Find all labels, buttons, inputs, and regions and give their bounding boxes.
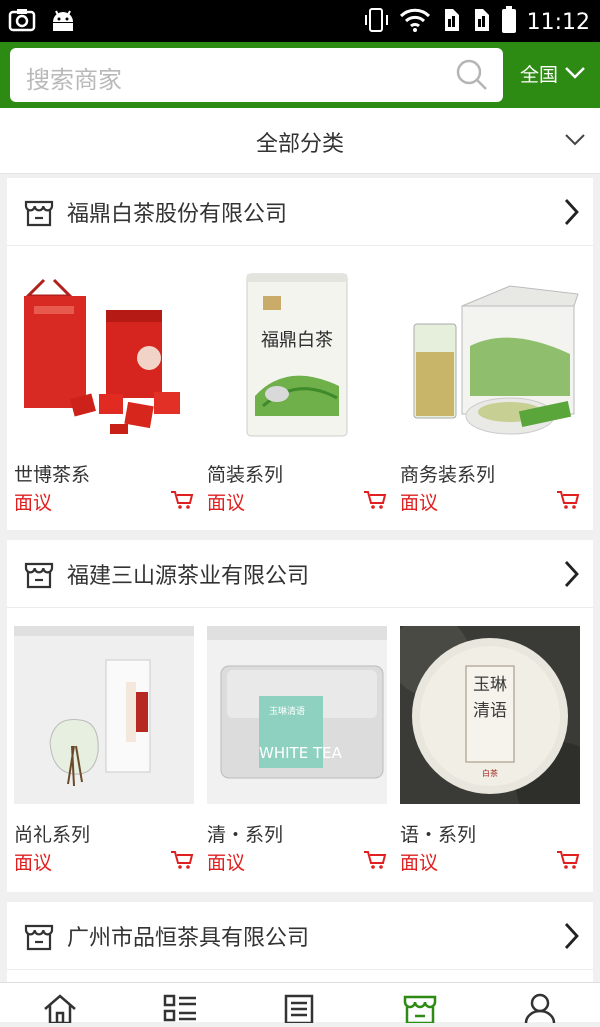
shop-icon[interactable] (402, 993, 442, 1025)
product-price: 面议 (400, 492, 439, 514)
package-brand-label: 玉琳清语 (269, 705, 305, 717)
status-bar: 11:12 (0, 0, 600, 42)
product-price: 面议 (207, 852, 246, 874)
package-white-tea-label: WHITE TEA (259, 744, 343, 762)
battery-icon (501, 6, 517, 38)
cart-icon[interactable] (170, 490, 194, 514)
chevron-down-icon (564, 63, 586, 85)
shop-header[interactable]: 广州市品恒茶具有限公司 (7, 902, 593, 970)
chevron-right-icon[interactable] (563, 560, 579, 592)
product-price: 面议 (400, 852, 439, 874)
cart-icon[interactable] (556, 850, 580, 874)
svg-text:白茶: 白茶 (482, 768, 498, 778)
cake-label-1: 玉琳 (473, 675, 507, 695)
chevron-down-icon (564, 132, 586, 151)
cart-icon[interactable] (363, 850, 387, 874)
search-box[interactable]: 搜索商家 (10, 48, 503, 102)
shop-name: 福建三山源茶业有限公司 (67, 564, 310, 589)
chevron-right-icon[interactable] (563, 922, 579, 954)
product-title: 语・系列 (400, 824, 477, 846)
category-label: 全部分类 (255, 132, 344, 157)
bottom-tab-bar (0, 982, 600, 1025)
category-list-icon[interactable] (162, 993, 202, 1023)
product-price: 面议 (14, 492, 53, 514)
product-price: 面议 (14, 852, 53, 874)
vibrate-icon (364, 7, 389, 37)
cart-icon[interactable] (556, 490, 580, 514)
product-image[interactable] (400, 266, 580, 444)
store-icon (23, 558, 55, 594)
product-title: 世博茶系 (14, 464, 91, 486)
product-image[interactable]: 玉琳 清语 白茶 (400, 626, 580, 804)
svg-text:福鼎白茶: 福鼎白茶 (261, 330, 333, 351)
user-icon[interactable] (522, 993, 562, 1024)
product-image[interactable] (14, 626, 194, 804)
search-icon[interactable] (455, 58, 489, 96)
home-icon[interactable] (42, 993, 82, 1025)
region-label: 全国 (520, 64, 559, 86)
product-image[interactable]: 福鼎白茶 (207, 266, 387, 444)
region-selector[interactable]: 全国 (520, 60, 586, 87)
cake-label-2: 清语 (473, 701, 507, 721)
app-header: 搜索商家 全国 (0, 42, 600, 108)
store-icon (23, 196, 55, 232)
category-filter[interactable]: 全部分类 (0, 108, 600, 174)
shop-header[interactable]: 福建三山源茶业有限公司 (7, 540, 593, 608)
shop-card: 福建三山源茶业有限公司 尚礼系列 面议 玉琳清语 WHITE TEA 清・系列 … (7, 540, 593, 892)
shop-header[interactable]: 福鼎白茶股份有限公司 (7, 178, 593, 246)
status-time: 11:12 (526, 9, 590, 35)
store-icon (23, 920, 55, 956)
wifi-icon (399, 7, 431, 37)
cart-icon[interactable] (170, 850, 194, 874)
cart-icon[interactable] (363, 490, 387, 514)
product-image[interactable] (14, 266, 194, 444)
product-title: 商务装系列 (400, 464, 496, 486)
screenshot-icon (8, 8, 36, 36)
product-title: 清・系列 (207, 824, 284, 846)
product-price: 面议 (207, 492, 246, 514)
search-placeholder: 搜索商家 (26, 66, 122, 94)
chevron-right-icon[interactable] (563, 198, 579, 230)
product-image[interactable]: 玉琳清语 WHITE TEA (207, 626, 387, 804)
shop-card: 福鼎白茶股份有限公司 世博茶系 面议 福鼎白茶 简装系列 面议 商务装系列 面议 (7, 178, 593, 530)
product-title: 简装系列 (207, 464, 284, 486)
sim-signal-icon-2 (471, 7, 491, 37)
shop-card: 广州市品恒茶具有限公司 (7, 902, 593, 982)
product-title: 尚礼系列 (14, 824, 91, 846)
shop-name: 福鼎白茶股份有限公司 (67, 202, 288, 227)
news-icon[interactable] (283, 993, 323, 1025)
android-icon (50, 8, 76, 36)
sim-signal-icon (441, 7, 461, 37)
shop-name: 广州市品恒茶具有限公司 (67, 926, 310, 951)
